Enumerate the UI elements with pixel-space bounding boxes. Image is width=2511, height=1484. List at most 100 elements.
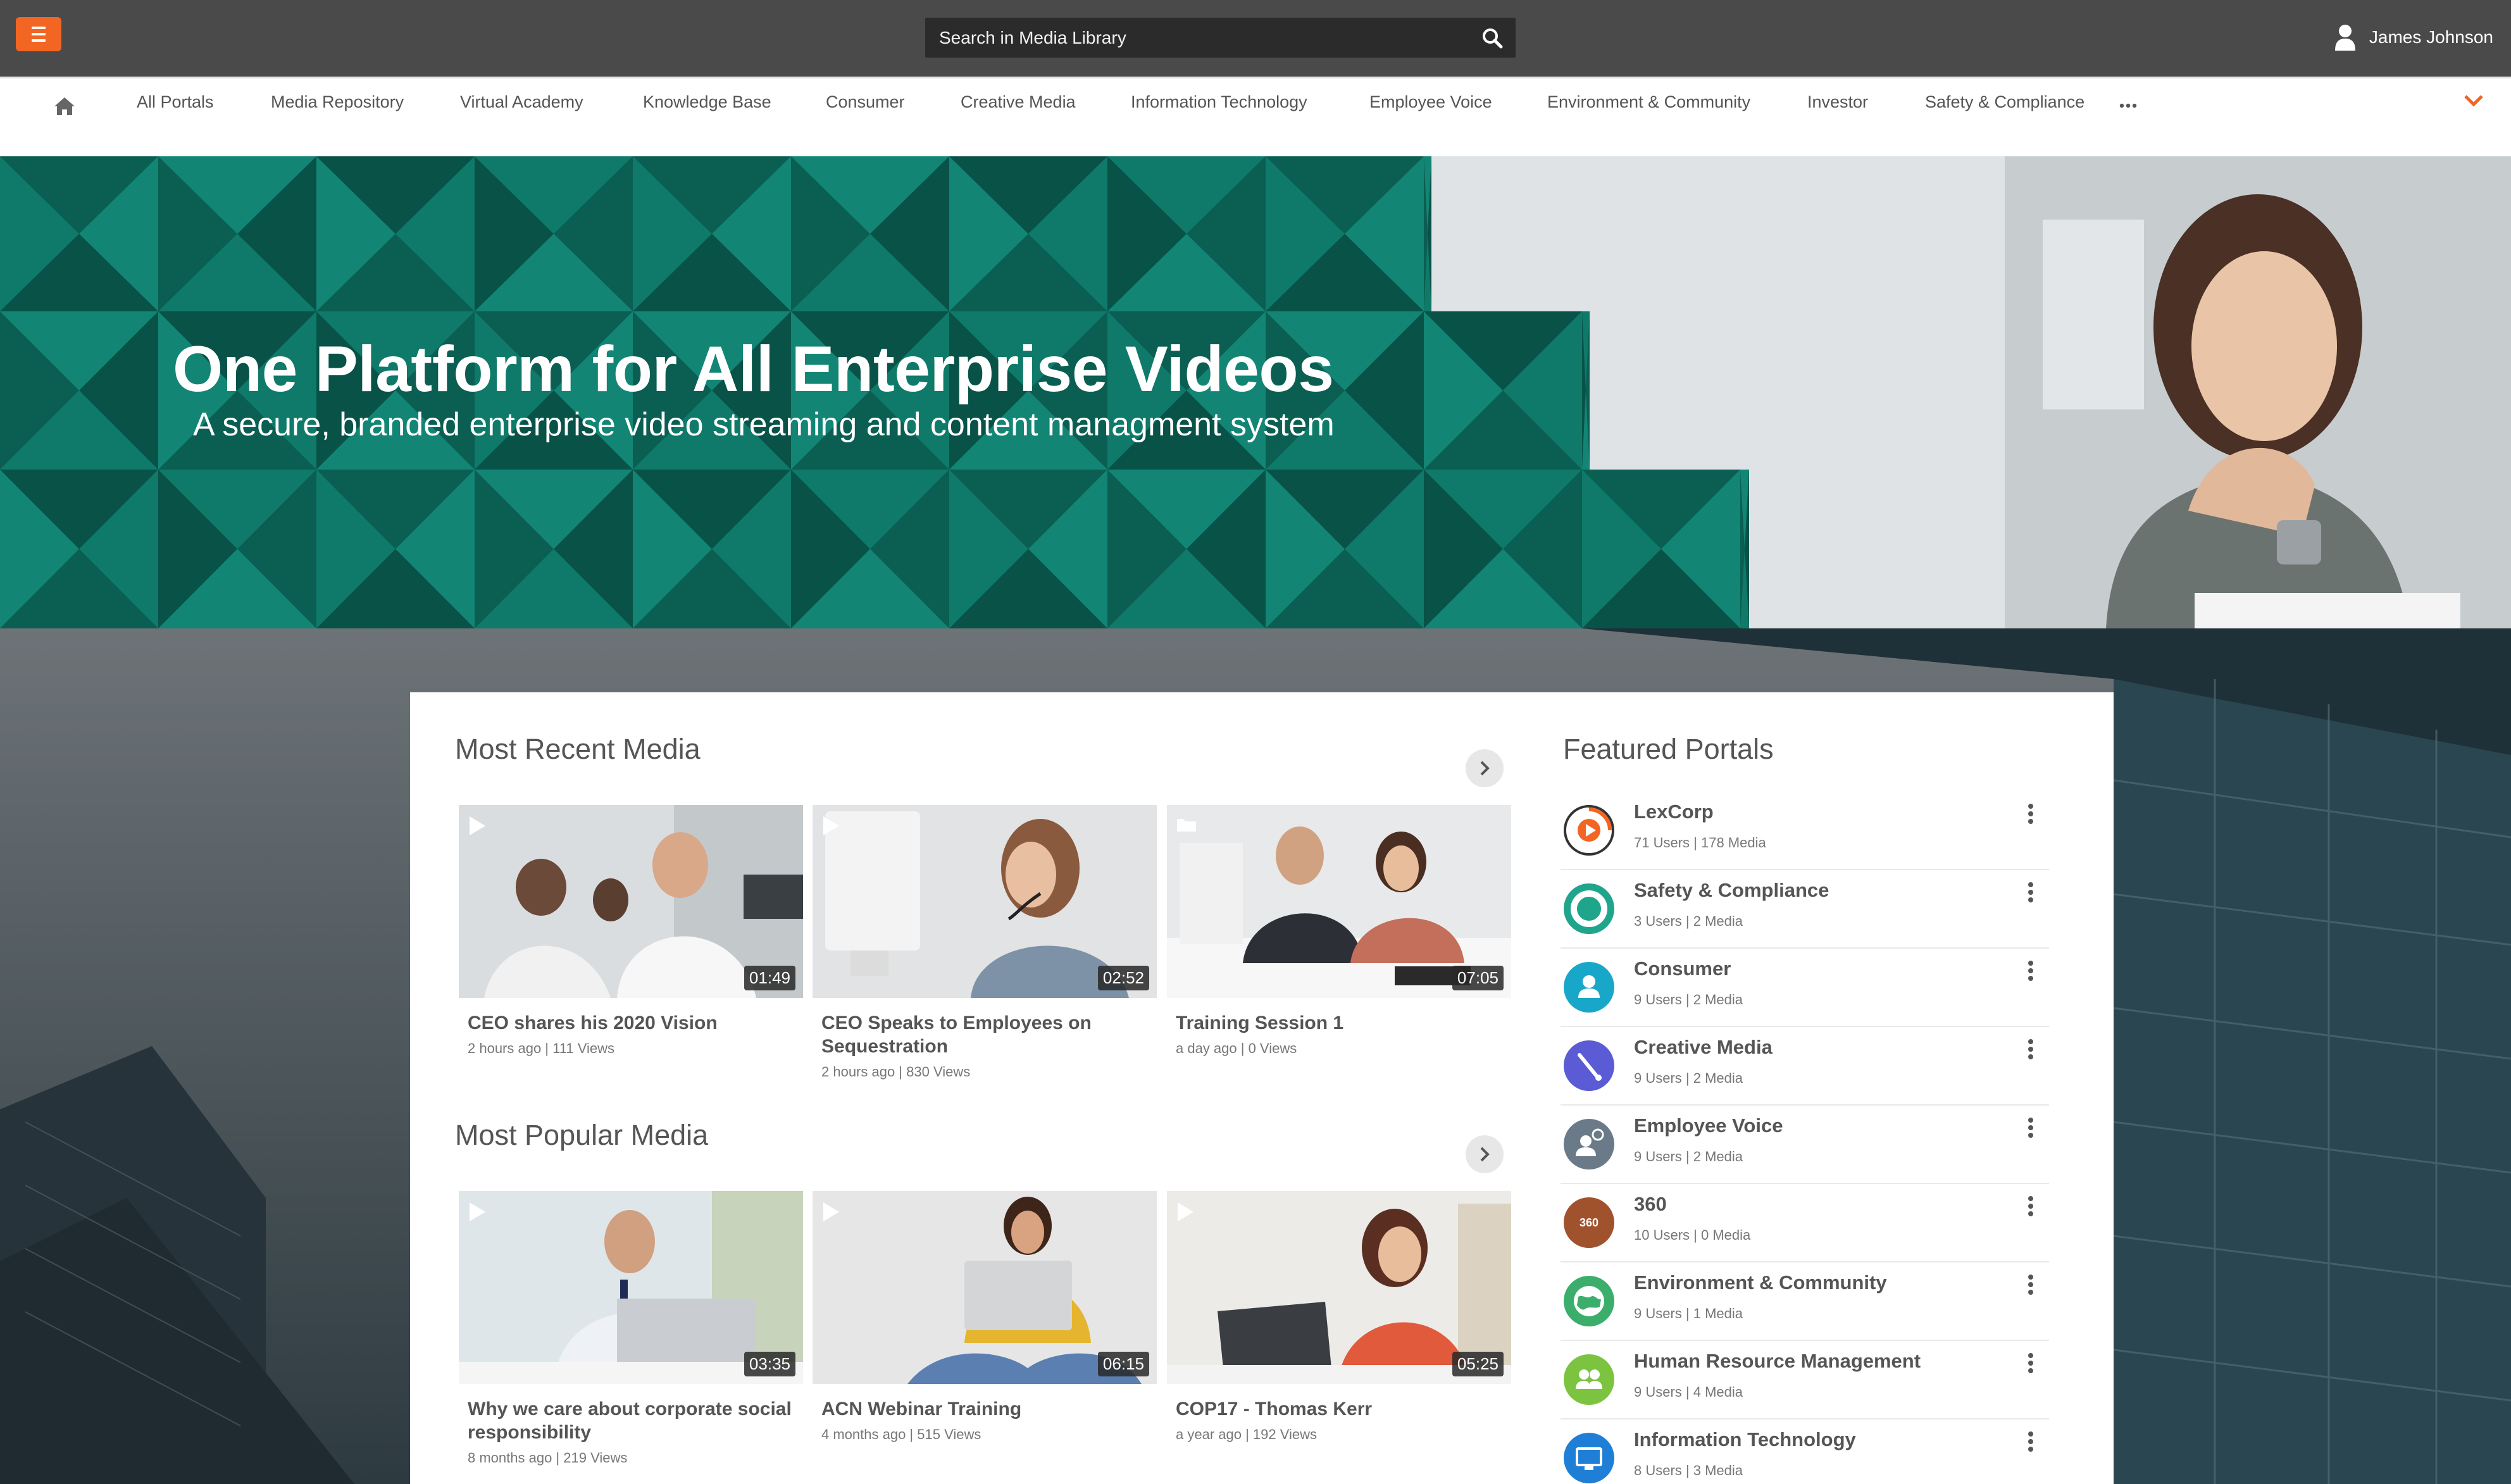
kebab-menu-icon[interactable] bbox=[2028, 803, 2034, 825]
portal-item-environment-community[interactable]: Environment & Community 9 Users | 1 Medi… bbox=[1561, 1263, 2049, 1341]
search-box bbox=[925, 18, 1516, 58]
portal-name: Information Technology bbox=[1634, 1428, 1856, 1450]
menu-line bbox=[32, 33, 46, 35]
kebab-menu-icon[interactable] bbox=[2028, 1195, 2034, 1217]
portal-name: 360 bbox=[1634, 1193, 1667, 1215]
nav-item-safety-compliance[interactable]: Safety & Compliance bbox=[1925, 92, 2084, 112]
nav-item-knowledge-base[interactable]: Knowledge Base bbox=[643, 92, 771, 112]
users-icon bbox=[1564, 1354, 1614, 1405]
media-thumbnail[interactable]: 06:15 bbox=[813, 1191, 1157, 1384]
portal-meta: 9 Users | 2 Media bbox=[1634, 1149, 1743, 1164]
play-icon bbox=[823, 816, 839, 835]
media-meta: a year ago | 192 Views bbox=[1176, 1426, 1318, 1442]
media-thumbnail[interactable]: 01:49 bbox=[459, 805, 803, 998]
portal-item-consumer[interactable]: Consumer 9 Users | 2 Media bbox=[1561, 949, 2049, 1027]
lexcorp-logo-icon bbox=[1564, 805, 1614, 856]
kebab-menu-icon[interactable] bbox=[2028, 882, 2034, 903]
nav-item-employee-voice[interactable]: Employee Voice bbox=[1369, 92, 1492, 112]
portal-meta: 8 Users | 3 Media bbox=[1634, 1462, 1743, 1478]
lifebuoy-icon bbox=[1564, 883, 1614, 934]
kebab-menu-icon[interactable] bbox=[2028, 1038, 2034, 1060]
kebab-menu-icon[interactable] bbox=[2028, 960, 2034, 982]
portal-item-360[interactable]: 360 360 10 Users | 0 Media bbox=[1561, 1184, 2049, 1263]
media-thumbnail[interactable]: 07:05 bbox=[1167, 805, 1511, 998]
menu-line bbox=[32, 27, 46, 29]
menu-line bbox=[32, 39, 46, 42]
duration-badge: 05:25 bbox=[1452, 1352, 1504, 1376]
portal-name: Consumer bbox=[1634, 957, 1731, 980]
monitor-icon bbox=[1564, 1433, 1614, 1483]
kebab-menu-icon[interactable] bbox=[2028, 1352, 2034, 1374]
home-icon[interactable] bbox=[53, 95, 76, 118]
user-icon bbox=[1564, 962, 1614, 1013]
media-meta: 4 months ago | 515 Views bbox=[821, 1426, 981, 1442]
media-title[interactable]: CEO Speaks to Employees on Sequestration bbox=[821, 1011, 1150, 1058]
nav-item-all-portals[interactable]: All Portals bbox=[137, 92, 214, 112]
chevron-down-icon[interactable] bbox=[2463, 92, 2484, 109]
portal-item-lexcorp[interactable]: LexCorp 71 Users | 178 Media bbox=[1561, 792, 2049, 870]
hero-banner: One Platform for All Enterprise Videos A… bbox=[0, 156, 2511, 628]
media-title[interactable]: Why we care about corporate social respo… bbox=[468, 1397, 797, 1444]
media-title[interactable]: ACN Webinar Training bbox=[821, 1397, 1150, 1421]
kebab-menu-icon[interactable] bbox=[2028, 1274, 2034, 1295]
hamburger-menu-button[interactable] bbox=[16, 17, 61, 51]
top-bar: James Johnson bbox=[0, 0, 2511, 77]
media-meta: a day ago | 0 Views bbox=[1176, 1040, 1297, 1056]
nav-item-virtual-academy[interactable]: Virtual Academy bbox=[460, 92, 583, 112]
portal-item-employee-voice[interactable]: Employee Voice 9 Users | 2 Media bbox=[1561, 1106, 2049, 1184]
search-icon[interactable] bbox=[1481, 27, 1503, 49]
kebab-menu-icon[interactable] bbox=[2028, 1431, 2034, 1452]
media-meta: 2 hours ago | 111 Views bbox=[468, 1040, 614, 1056]
360-badge-text: 360 bbox=[1580, 1216, 1598, 1229]
portal-nav: All Portals Media Repository Virtual Aca… bbox=[0, 77, 2511, 156]
media-title[interactable]: Training Session 1 bbox=[1176, 1011, 1505, 1035]
portal-meta: 3 Users | 2 Media bbox=[1634, 913, 1743, 929]
brush-icon bbox=[1564, 1040, 1614, 1091]
folder-icon bbox=[1177, 819, 1196, 832]
play-icon bbox=[823, 1202, 839, 1221]
nav-item-information-technology[interactable]: Information Technology bbox=[1131, 92, 1307, 112]
media-title[interactable]: COP17 - Thomas Kerr bbox=[1176, 1397, 1505, 1421]
most-popular-media-title: Most Popular Media bbox=[455, 1119, 709, 1151]
nav-item-creative-media[interactable]: Creative Media bbox=[961, 92, 1076, 112]
nav-item-environment-community[interactable]: Environment & Community bbox=[1547, 92, 1750, 112]
content-panel: Most Recent Media 01:49 CEO shares his 2… bbox=[410, 692, 2114, 1484]
play-icon bbox=[470, 1202, 485, 1221]
user-menu[interactable]: James Johnson bbox=[2334, 22, 2493, 53]
speaker-user-icon bbox=[1564, 1119, 1614, 1169]
media-meta: 2 hours ago | 830 Views bbox=[821, 1064, 971, 1080]
most-recent-media-title: Most Recent Media bbox=[455, 733, 701, 765]
search-input[interactable] bbox=[925, 18, 1469, 58]
portal-name: Creative Media bbox=[1634, 1036, 1773, 1058]
featured-portals-title: Featured Portals bbox=[1563, 733, 1774, 765]
media-thumbnail[interactable]: 05:25 bbox=[1167, 1191, 1511, 1384]
media-thumbnail[interactable]: 02:52 bbox=[813, 805, 1157, 998]
chevron-right-icon bbox=[1480, 761, 1490, 776]
globe-icon bbox=[1564, 1276, 1614, 1326]
portal-meta: 10 Users | 0 Media bbox=[1634, 1227, 1751, 1243]
popular-next-button[interactable] bbox=[1466, 1135, 1504, 1173]
recent-next-button[interactable] bbox=[1466, 749, 1504, 787]
duration-badge: 06:15 bbox=[1097, 1352, 1149, 1376]
more-horizontal-icon[interactable] bbox=[2119, 103, 2137, 108]
duration-badge: 07:05 bbox=[1452, 966, 1504, 990]
portal-item-information-technology[interactable]: Information Technology 8 Users | 3 Media bbox=[1561, 1419, 2049, 1484]
duration-badge: 02:52 bbox=[1097, 966, 1149, 990]
media-thumbnail[interactable]: 03:35 bbox=[459, 1191, 803, 1384]
portal-name: Employee Voice bbox=[1634, 1114, 1783, 1137]
play-icon bbox=[1178, 1202, 1193, 1221]
portal-name: Safety & Compliance bbox=[1634, 879, 1829, 901]
nav-item-media-repository[interactable]: Media Repository bbox=[271, 92, 404, 112]
nav-item-investor[interactable]: Investor bbox=[1807, 92, 1868, 112]
hero-subtitle: A secure, branded enterprise video strea… bbox=[193, 406, 1335, 443]
chevron-right-icon bbox=[1480, 1147, 1490, 1162]
portal-item-human-resource-management[interactable]: Human Resource Management 9 Users | 4 Me… bbox=[1561, 1341, 2049, 1419]
portal-item-creative-media[interactable]: Creative Media 9 Users | 2 Media bbox=[1561, 1027, 2049, 1106]
portal-meta: 9 Users | 2 Media bbox=[1634, 1070, 1743, 1086]
nav-item-consumer[interactable]: Consumer bbox=[826, 92, 905, 112]
portal-name: Environment & Community bbox=[1634, 1271, 1887, 1294]
360-icon: 360 bbox=[1564, 1197, 1614, 1248]
kebab-menu-icon[interactable] bbox=[2028, 1117, 2034, 1138]
media-title[interactable]: CEO shares his 2020 Vision bbox=[468, 1011, 797, 1035]
portal-item-safety-compliance[interactable]: Safety & Compliance 3 Users | 2 Media bbox=[1561, 870, 2049, 949]
